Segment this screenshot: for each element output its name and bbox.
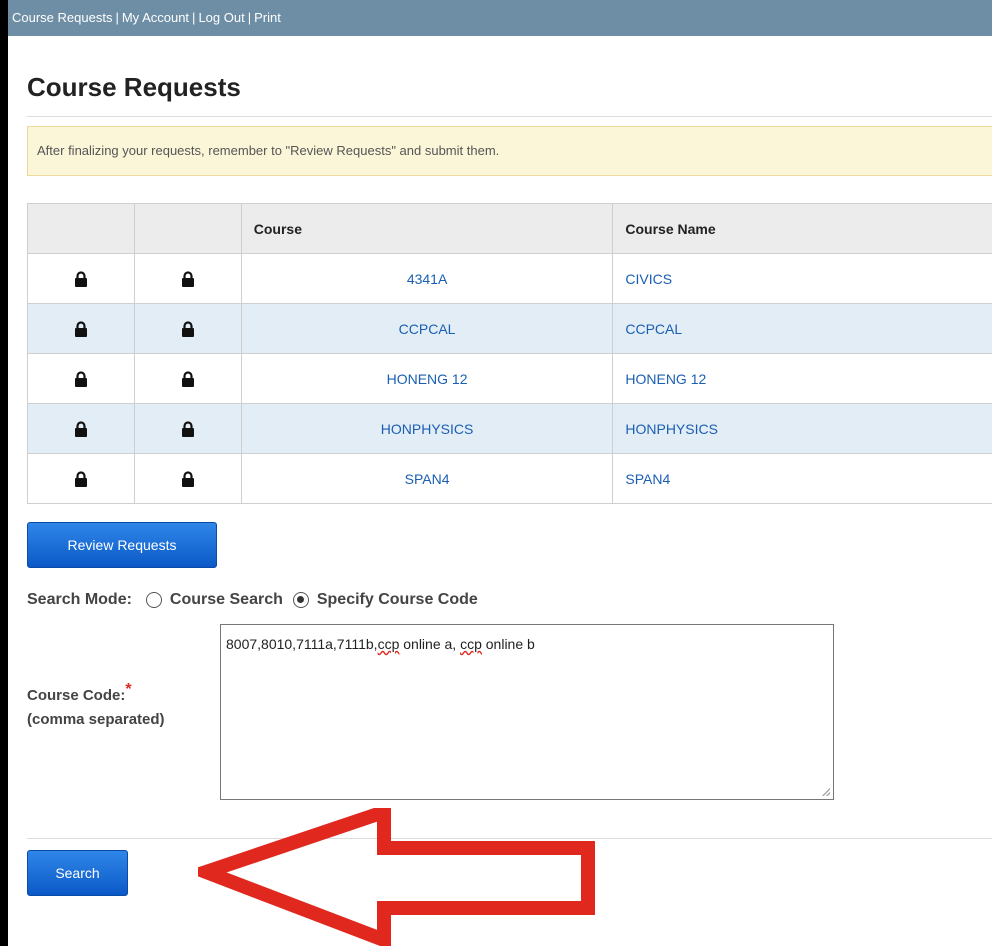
lock-icon (74, 320, 88, 338)
course-requests-table: Course Course Name 4341A CIVICS CCPCAL CCPC… (27, 203, 992, 504)
lock-cell (133, 253, 242, 304)
resize-grip-icon[interactable] (822, 788, 830, 796)
nav-link-course-requests[interactable]: Course Requests (12, 10, 112, 25)
course-code-text: online a, (399, 636, 461, 652)
course-code-label-text: Course Code: (27, 687, 126, 704)
top-nav: Course Requests | My Account | Log Out | Print (8, 0, 992, 36)
lock-icon (181, 270, 195, 288)
nav-separator: | (247, 10, 252, 25)
course-code-hint: (comma separated) (27, 711, 165, 728)
course-name-link[interactable]: HONPHYSICS (612, 403, 992, 454)
course-code-label: Course Code:* (27, 681, 132, 706)
table-row: SPAN4 SPAN4 (27, 453, 992, 504)
lock-cell (133, 303, 242, 354)
notice-banner: After finalizing your requests, remember… (27, 126, 992, 176)
course-code-link[interactable]: HONENG 12 (240, 353, 614, 404)
course-name-link[interactable]: HONENG 12 (612, 353, 992, 404)
lock-icon (74, 270, 88, 288)
radio-specify-course-code[interactable] (292, 592, 309, 608)
radio-course-search[interactable] (145, 592, 162, 608)
lock-cell (27, 453, 135, 504)
nav-separator: | (115, 10, 119, 25)
table-row: 4341A CIVICS (27, 253, 992, 304)
lock-cell (133, 353, 242, 404)
nav-separator: | (192, 10, 196, 25)
page: Course Requests | My Account | Log Out | Print… (8, 0, 992, 946)
course-code-link[interactable]: CCPCAL (240, 303, 614, 354)
spellcheck-word: ccp (377, 636, 400, 652)
search-button[interactable]: Search (27, 850, 128, 896)
review-requests-button[interactable]: Review Requests (27, 522, 217, 568)
course-name-link[interactable]: CIVICS (612, 253, 992, 304)
lock-icon (74, 370, 88, 388)
red-arrow-icon (198, 808, 595, 946)
lock-icon (181, 470, 195, 488)
course-name-link[interactable]: SPAN4 (612, 453, 992, 504)
lock-cell (27, 403, 135, 454)
course-code-link[interactable]: 4341A (240, 253, 614, 304)
lock-cell (27, 303, 135, 354)
column-header-blank (27, 203, 135, 254)
page-title: Course Requests (27, 72, 241, 102)
radio-label-specify-course-code[interactable]: Specify Course Code (317, 588, 478, 612)
search-mode-label: Search Mode: (27, 591, 132, 608)
nav-link-print[interactable]: Print (254, 10, 281, 25)
table-row: HONPHYSICS HONPHYSICS (27, 403, 992, 454)
nav-link-my-account[interactable]: My Account (122, 10, 189, 25)
course-code-text: online b (481, 636, 535, 652)
lock-cell (27, 353, 135, 404)
course-code-text: 8007,8010,7111a,7111b, (226, 636, 378, 652)
lock-cell (133, 453, 242, 504)
course-code-link[interactable]: SPAN4 (240, 453, 614, 504)
nav-link-log-out[interactable]: Log Out (198, 10, 244, 25)
column-header-course[interactable]: Course (240, 203, 614, 254)
radio-label-course-search[interactable]: Course Search (170, 588, 283, 612)
table-row: CCPCAL CCPCAL (27, 303, 992, 354)
lock-icon (74, 470, 88, 488)
divider (27, 116, 992, 117)
table-row: HONENG 12 HONENG 12 (27, 353, 992, 404)
spellcheck-word: ccp (460, 636, 482, 652)
lock-icon (181, 320, 195, 338)
course-code-textarea[interactable]: 8007,8010,7111a,7111b,ccp online a, ccp … (220, 624, 834, 800)
table-header-row: Course Course Name (27, 203, 992, 254)
required-asterisk: * (125, 681, 132, 698)
lock-icon (181, 370, 195, 388)
course-code-link[interactable]: HONPHYSICS (240, 403, 614, 454)
column-header-blank (133, 203, 242, 254)
lock-icon (181, 420, 195, 438)
lock-cell (133, 403, 242, 454)
course-name-link[interactable]: CCPCAL (612, 303, 992, 354)
lock-icon (74, 420, 88, 438)
lock-cell (27, 253, 135, 304)
column-header-course-name[interactable]: Course Name (612, 203, 992, 254)
search-mode-group: Search Mode: Course Search Specify Cours… (27, 588, 478, 612)
